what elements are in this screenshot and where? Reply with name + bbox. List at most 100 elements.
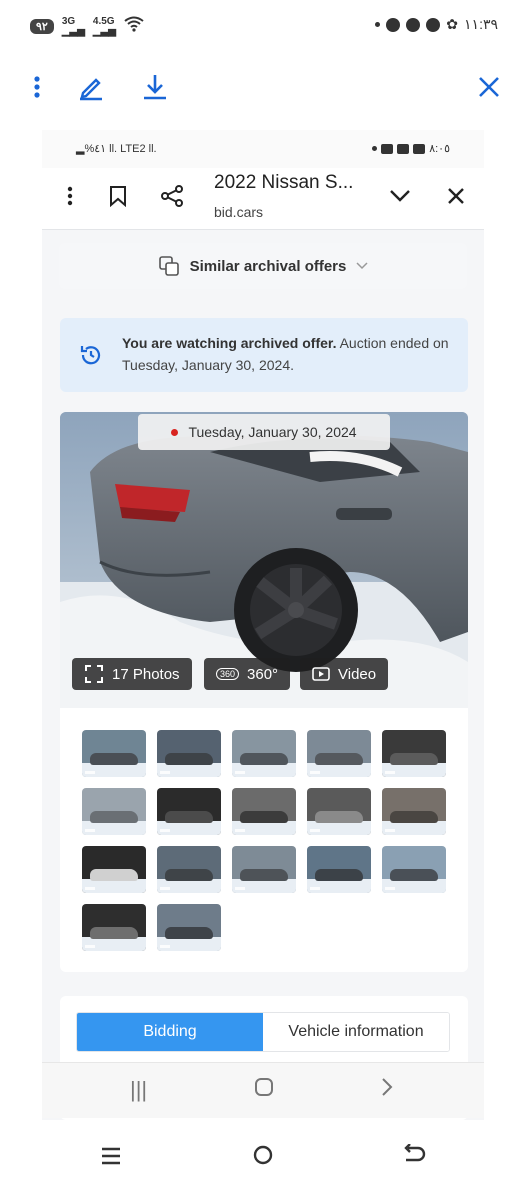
share-icon[interactable] [158,182,186,210]
inner-navigation-bar: ||| [42,1062,484,1118]
messenger-icon [386,17,401,32]
thumbnail-watermark [85,945,95,948]
thumbnail-ground [307,821,371,835]
wifi-icon [124,16,144,37]
bookmark-icon[interactable] [104,182,132,210]
download-icon[interactable] [138,70,172,104]
thumbnail-10[interactable] [382,788,446,835]
thumbnail-15[interactable] [382,846,446,893]
signal-icon: 3G ▁▃▅ [61,15,85,37]
thumbnail-car [315,811,363,823]
thumbnail-watermark [235,887,245,890]
thumbnail-grid [82,730,452,951]
thumbnail-16[interactable] [82,904,146,951]
thumbnail-car [165,869,213,881]
archived-notice: You are watching archived offer. Auction… [60,318,468,392]
thumbnail-watermark [235,771,245,774]
inner-home-icon [254,1077,274,1103]
thumbnail-9[interactable] [307,788,371,835]
thumbnail-car [165,811,213,823]
photos-button[interactable]: 17 Photos [72,658,192,690]
thumbnail-ground [382,763,446,777]
more-vert-icon[interactable] [20,70,54,104]
thumbnail-car [165,927,213,939]
thumbnail-3[interactable] [232,730,296,777]
thumbnail-watermark [160,945,170,948]
thumbnail-14[interactable] [307,846,371,893]
thumbnail-car [240,811,288,823]
inner-close-icon[interactable] [442,182,470,210]
thumbnail-ground [157,879,221,893]
thumbnail-ground [82,937,146,951]
thumbnail-car [315,869,363,881]
inner-status-bar: ▂%٤١ ll. LTE2 ll. ٨:٠٥ [42,130,484,168]
inner-status-left: ▂%٤١ ll. LTE2 ll. [76,143,157,155]
thumbnail-ground [307,763,371,777]
thumbnail-ground [307,879,371,893]
system-navigation-bar [0,1128,526,1186]
inner-app-icon-1 [381,143,394,154]
similar-offers-button[interactable]: Similar archival offers [59,243,467,289]
thumbnail-ground [232,821,296,835]
inner-back-icon [380,1077,394,1103]
thumbnail-watermark [160,829,170,832]
thumbnail-4[interactable] [307,730,371,777]
close-icon[interactable] [472,70,506,104]
similar-offers-label: Similar archival offers [189,257,347,275]
main-car-photo[interactable]: Tuesday, January 30, 2024 17 Photos 360 … [60,412,468,708]
thumbnail-car [90,927,138,939]
thumbnail-12[interactable] [157,846,221,893]
thumbnail-ground [82,821,146,835]
thumbnail-8[interactable] [232,788,296,835]
view-360-label: 360° [247,665,279,683]
signal-icon-2: 4.5G ▁▃▅ [92,15,116,37]
thumbnail-6[interactable] [82,788,146,835]
thumbnail-car [390,811,438,823]
battery-indicator: ٩٢ [30,19,54,34]
thumbnail-watermark [85,887,95,890]
inner-app-icon-3 [413,143,426,154]
video-button[interactable]: Video [300,658,389,690]
thumbnail-ground [382,821,446,835]
rotate-360-icon: 360 [216,668,240,680]
browser-header: 2022 Nissan S... bid.cars [42,168,484,230]
thumbnail-watermark [310,829,320,832]
thumbnail-13[interactable] [232,846,296,893]
thumbnail-2[interactable] [157,730,221,777]
thumbnail-watermark [160,887,170,890]
tab-bar: Bidding Vehicle information [76,1012,450,1052]
thumbnail-11[interactable] [82,846,146,893]
inner-notification-dot [372,146,378,151]
inner-more-icon[interactable] [56,182,84,210]
page-domain: bid.cars [214,204,264,220]
photos-label: 17 Photos [112,665,180,683]
archived-notice-bold: You are watching archived offer. [122,335,337,351]
thumbnail-ground [82,879,146,893]
chevron-down-icon[interactable] [386,182,414,210]
recents-icon[interactable] [100,1142,122,1173]
thumbnail-ground [232,763,296,777]
thumbnail-5[interactable] [382,730,446,777]
history-icon [78,342,104,373]
thumbnail-watermark [85,829,95,832]
thumbnail-7[interactable] [157,788,221,835]
notification-dot [375,22,381,27]
thumbnail-1[interactable] [82,730,146,777]
facebook-icon [426,17,441,32]
gallery-card: Tuesday, January 30, 2024 17 Photos 360 … [60,412,468,972]
chat-icon [406,17,421,32]
viewer-toolbar [0,62,526,112]
archived-notice-text: You are watching archived offer. Auction… [122,332,452,376]
view-360-button[interactable]: 360 360° [204,658,291,690]
tab-vehicle-information[interactable]: Vehicle information [263,1013,449,1051]
auction-date: Tuesday, January 30, 2024 [188,424,357,440]
thumbnail-17[interactable] [157,904,221,951]
clock-time: ١١:٣٩ [464,16,498,32]
tab-bidding[interactable]: Bidding [77,1013,263,1051]
thumbnail-car [90,753,138,765]
copy-icon [158,256,179,276]
back-icon[interactable] [402,1142,426,1173]
edit-icon[interactable] [74,70,108,104]
home-icon[interactable] [252,1142,274,1173]
thumbnail-car [90,869,138,881]
